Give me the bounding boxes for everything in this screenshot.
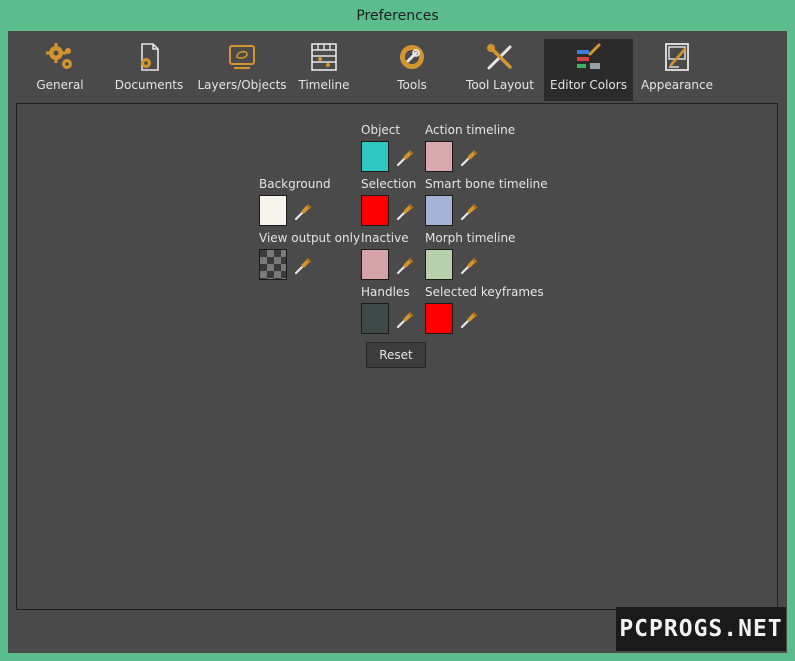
selected-keyframes-label: Selected keyframes [425, 285, 544, 299]
tab-label: Editor Colors [550, 78, 627, 92]
morph-timeline-swatch[interactable] [425, 249, 453, 280]
tab-label: Tool Layout [466, 78, 534, 92]
eyedropper-icon[interactable] [395, 202, 415, 222]
view-output-only-label: View output only [259, 231, 361, 245]
eyedropper-icon[interactable] [293, 202, 313, 222]
tool-layout-icon [487, 44, 512, 70]
inactive-color-swatch[interactable] [361, 249, 389, 280]
background-color-swatch[interactable] [259, 195, 287, 226]
gears-icon [46, 43, 72, 69]
tab-tool-layout[interactable]: Tool Layout [464, 39, 536, 101]
wrench-icon [400, 45, 424, 69]
eyedropper-icon[interactable] [395, 310, 415, 330]
smart-bone-timeline-label: Smart bone timeline [425, 177, 548, 191]
tab-label: Documents [114, 78, 184, 92]
watermark: PCPROGS.NET [616, 607, 786, 651]
tab-appearance[interactable]: Appearance [640, 39, 714, 101]
smart-bone-timeline-swatch[interactable] [425, 195, 453, 226]
eyedropper-icon[interactable] [459, 148, 479, 168]
tab-label: Tools [397, 78, 427, 92]
background-color-label: Background [259, 177, 331, 191]
morph-timeline-label: Morph timeline [425, 231, 516, 245]
selection-color-label: Selection [361, 177, 417, 191]
tab-label: Timeline [298, 78, 350, 92]
object-color-label: Object [361, 123, 401, 137]
preferences-window: Preferences General Documents Layers/Obj… [0, 0, 795, 661]
action-timeline-label: Action timeline [425, 123, 516, 137]
window-title: Preferences [356, 7, 439, 24]
eyedropper-icon[interactable] [395, 256, 415, 276]
eyedropper-icon[interactable] [395, 148, 415, 168]
action-timeline-swatch[interactable] [425, 141, 453, 172]
tab-general[interactable]: General [24, 39, 96, 101]
object-color-swatch[interactable] [361, 141, 389, 172]
selection-color-swatch[interactable] [361, 195, 389, 226]
reset-button[interactable]: Reset [366, 342, 426, 368]
layers-objects-icon [229, 45, 255, 69]
editor-colors-icon [576, 43, 600, 69]
tab-label: General [36, 78, 84, 92]
eyedropper-icon[interactable] [459, 202, 479, 222]
eyedropper-icon[interactable] [459, 310, 479, 330]
appearance-icon [665, 43, 689, 71]
tab-label: Appearance [640, 78, 714, 92]
handles-color-label: Handles [361, 285, 410, 299]
selected-keyframes-swatch[interactable] [425, 303, 453, 334]
document-gear-icon [141, 43, 159, 71]
tab-label: Layers/Objects [197, 78, 287, 92]
tab-documents[interactable]: Documents [112, 39, 186, 101]
tab-layers-objects[interactable]: Layers/Objects [192, 39, 292, 101]
eyedropper-icon[interactable] [459, 256, 479, 276]
preferences-tabbar: General Documents Layers/Objects Timelin… [8, 31, 787, 103]
handles-color-swatch[interactable] [361, 303, 389, 334]
inactive-color-label: Inactive [361, 231, 409, 245]
timeline-icon [311, 43, 337, 71]
tab-editor-colors[interactable]: Editor Colors [544, 39, 633, 101]
tab-timeline[interactable]: Timeline [296, 39, 352, 101]
tab-tools[interactable]: Tools [384, 39, 440, 101]
view-output-only-swatch[interactable] [259, 249, 287, 280]
eyedropper-icon[interactable] [293, 256, 313, 276]
